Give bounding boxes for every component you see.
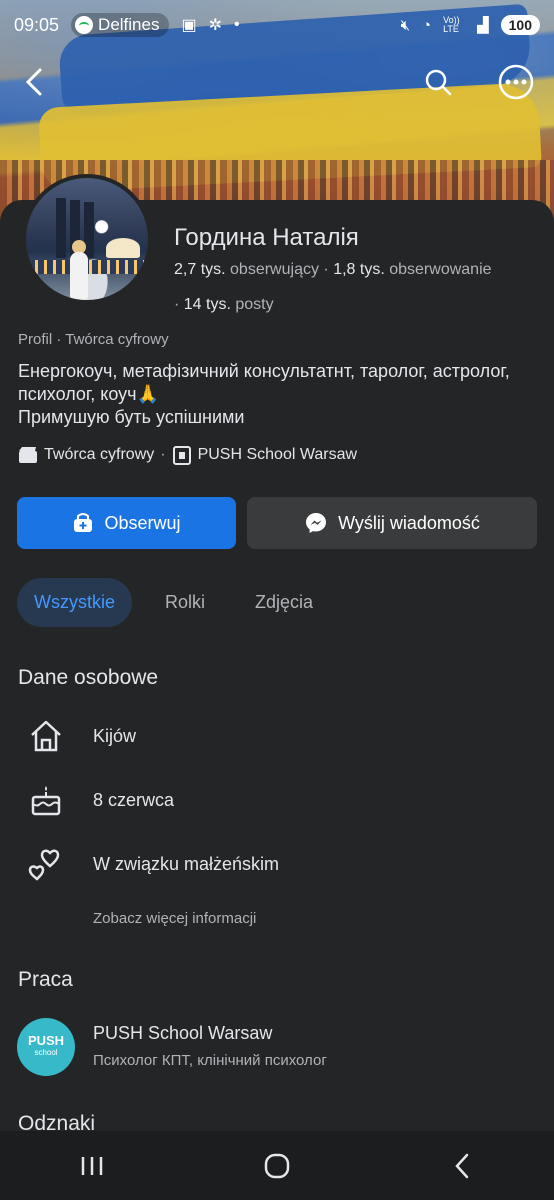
- follow-stats: 2,7 tys. obserwujący · 1,8 tys. obserwow…: [174, 261, 492, 279]
- info-relationship-text: W związku małżeńskim: [93, 853, 280, 874]
- followers-count[interactable]: 2,7 tys.: [174, 261, 226, 278]
- work-company-logo[interactable]: PUSH school: [17, 1018, 75, 1076]
- info-row-relationship: W związku małżeńskim: [18, 844, 538, 884]
- profile-category: Profil · Twórca cyfrowy: [18, 331, 169, 348]
- avatar-water: [26, 260, 148, 274]
- back-arrow-icon: [25, 68, 42, 96]
- tab-reels[interactable]: Rolki: [148, 578, 222, 627]
- android-nav-bar: [0, 1131, 554, 1200]
- home-circle-icon: [264, 1153, 290, 1178]
- follow-icon: [74, 513, 93, 532]
- spotify-icon: [75, 16, 94, 34]
- status-time: 09:05: [14, 14, 60, 35]
- messenger-icon: [306, 513, 327, 533]
- posts-label: posty: [235, 296, 274, 313]
- info-city-text: Kijów: [93, 725, 137, 746]
- send-message-button[interactable]: Wyślij wiadomość: [247, 497, 537, 549]
- bio-line: Енергокоуч, метафізичний консультатнт, т…: [18, 361, 510, 381]
- signal-icon: ▟: [477, 17, 489, 34]
- profile-tabs: Wszystkie Rolki Zdjęcia: [17, 578, 330, 627]
- avatar-building: [56, 198, 66, 258]
- mute-icon: 🔇︎: [400, 16, 411, 34]
- section-personal-title: Dane osobowe: [18, 666, 159, 689]
- home-icon: [18, 716, 74, 756]
- profile-sheet: [0, 200, 554, 1200]
- more-dots-icon: [498, 64, 534, 100]
- avatar-person: [70, 252, 88, 300]
- posts-stats: · 14 tys. posty: [174, 296, 274, 314]
- profile-avatar[interactable]: [22, 174, 152, 304]
- posts-count: 14 tys.: [183, 296, 231, 313]
- status-right: 🔇︎ ◔ Vo)) LTE ▟ 100: [401, 15, 540, 35]
- avatar-lotus-building: [106, 238, 140, 258]
- following-count[interactable]: 1,8 tys.: [333, 261, 385, 278]
- relationship-hearts-icon: [18, 844, 74, 884]
- spotify-label: Delfines: [98, 15, 160, 34]
- spotify-chip: Delfines: [71, 13, 170, 37]
- profile-bio: Енергокоуч, метафізичний консультатнт, т…: [18, 360, 543, 429]
- tab-all[interactable]: Wszystkie: [17, 578, 132, 627]
- follow-button[interactable]: Obserwuj: [17, 497, 236, 549]
- recent-apps-icon: [82, 1156, 103, 1175]
- notification-icons: ▣ ✲ •: [181, 15, 239, 35]
- work-logo-sub: school: [34, 1048, 58, 1057]
- search-icon: [425, 69, 452, 96]
- profile-name: Гордина Наталія: [174, 224, 359, 251]
- info-row-city: Kijów: [18, 716, 538, 756]
- tag-workplace[interactable]: PUSH School Warsaw: [198, 446, 357, 464]
- gallery-icon: ▣: [181, 17, 197, 34]
- tag-separator: ·: [160, 446, 166, 463]
- profile-tags: Twórca cyfrowy · PUSH School Warsaw: [18, 446, 357, 465]
- following-label[interactable]: obserwowanie: [389, 261, 491, 278]
- recent-apps-button[interactable]: [62, 1136, 122, 1196]
- tag-digital-creator: Twórca cyfrowy: [44, 446, 155, 463]
- back-chevron-icon: [454, 1153, 468, 1178]
- bio-line: психолог, коуч🙏: [18, 384, 159, 404]
- signal-label: Vo)) LTE: [443, 15, 460, 34]
- search-button[interactable]: [418, 62, 458, 102]
- work-company-name[interactable]: PUSH School Warsaw: [93, 1023, 272, 1044]
- wifi-icon: ◔: [422, 16, 432, 34]
- followers-label[interactable]: obserwujący: [230, 261, 319, 278]
- birthday-cake-icon: [18, 780, 74, 820]
- tab-photos[interactable]: Zdjęcia: [238, 578, 330, 627]
- bio-line: Примушую буть успішними: [18, 407, 245, 427]
- status-bar: 09:05 Delfines ▣ ✲ • 🔇︎ ◔ Vo)) LTE ▟ 100: [0, 0, 554, 50]
- back-nav-button[interactable]: [432, 1136, 492, 1196]
- back-button[interactable]: [14, 62, 54, 102]
- section-work-title: Praca: [18, 968, 73, 991]
- info-row-birthday: 8 czerwca: [18, 780, 538, 820]
- follow-label: Obserwuj: [104, 512, 181, 533]
- stats-separator: ·: [323, 261, 334, 278]
- battery-icon: 100: [500, 15, 540, 35]
- more-options-button[interactable]: [496, 62, 536, 102]
- send-message-label: Wyślij wiadomość: [338, 512, 480, 533]
- dot-icon: •: [234, 16, 240, 33]
- see-more-info-link[interactable]: Zobacz więcej informacji: [93, 910, 256, 927]
- home-nav-button[interactable]: [247, 1136, 307, 1196]
- info-birthday-text: 8 czerwca: [93, 789, 175, 810]
- workplace-icon: [172, 446, 192, 465]
- work-role: Психолог КПТ, клінічний психолог: [93, 1052, 327, 1069]
- work-logo-text: PUSH: [27, 1033, 65, 1048]
- octopus-icon: ✲: [208, 17, 222, 34]
- stats-separator: ·: [174, 296, 184, 313]
- clapperboard-icon: [18, 446, 38, 464]
